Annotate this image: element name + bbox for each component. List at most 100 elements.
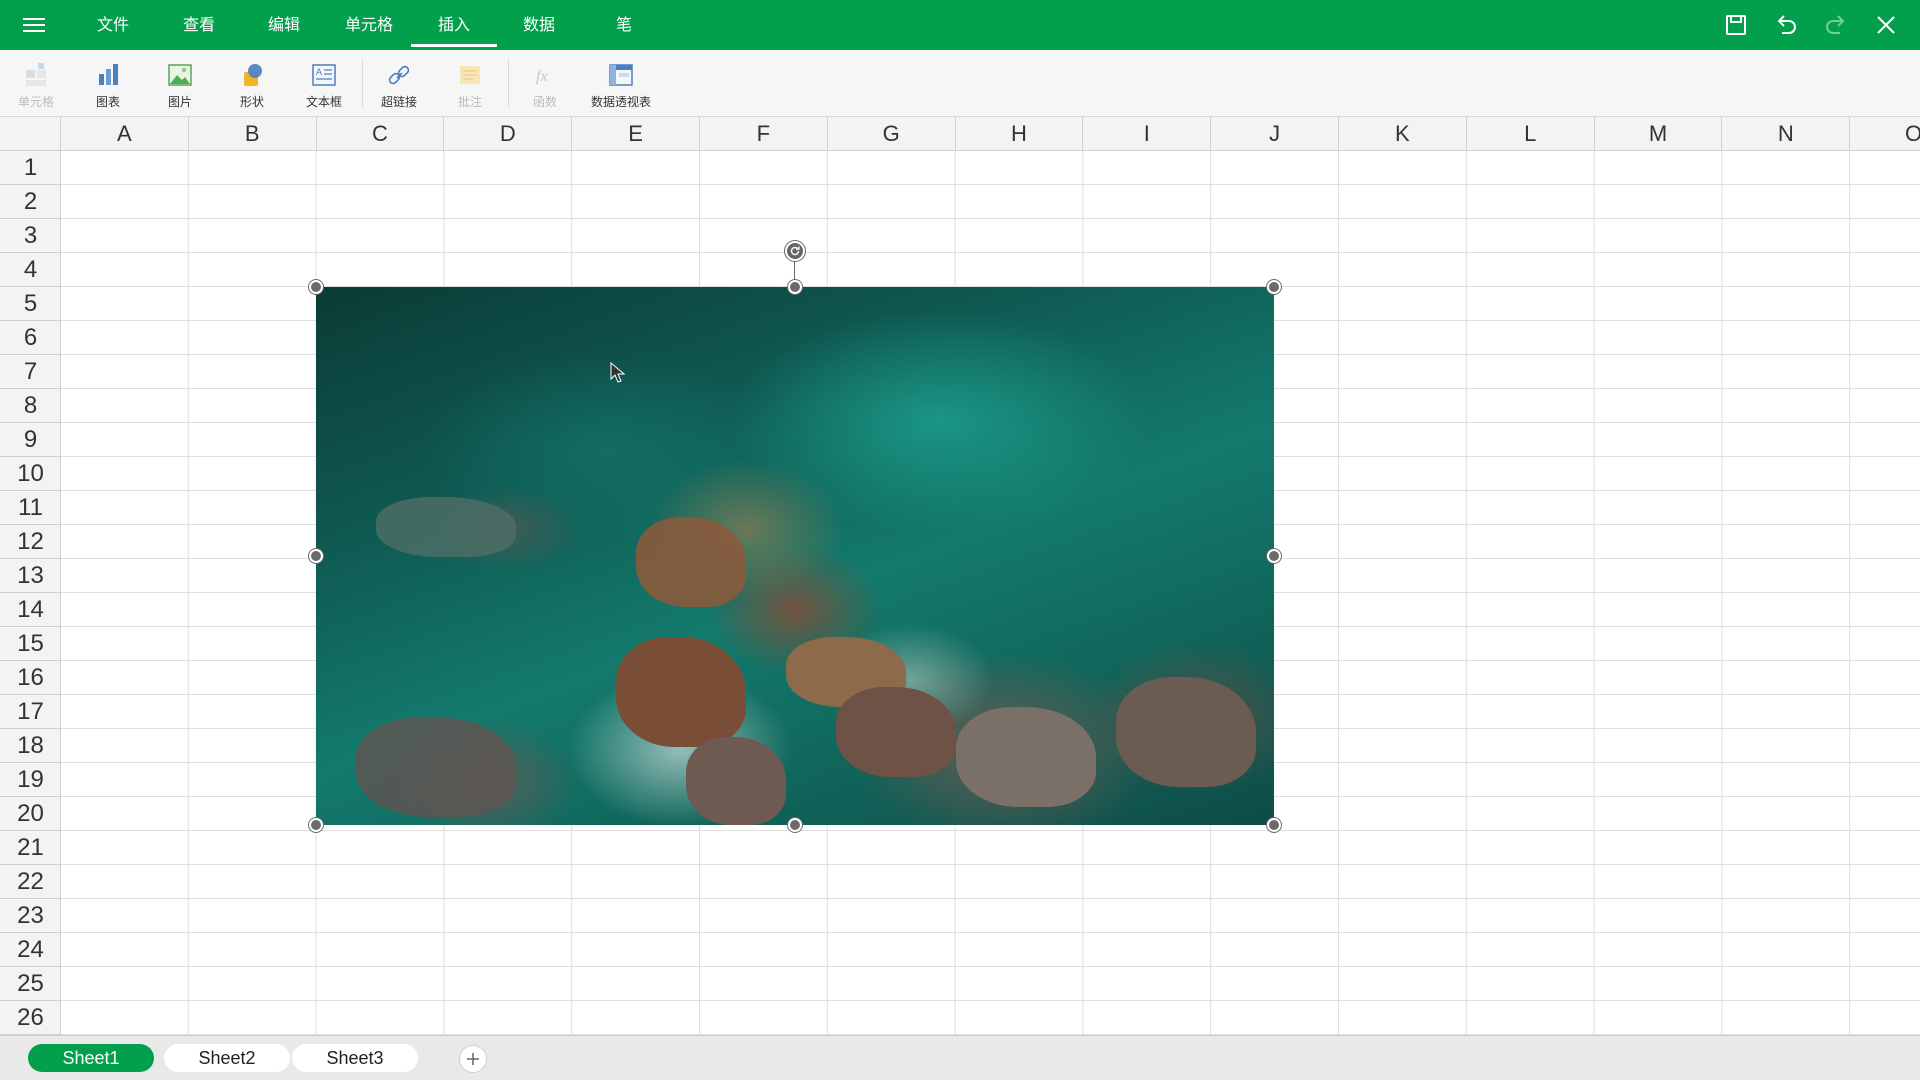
close-icon[interactable] <box>1872 11 1900 39</box>
column-header[interactable]: H <box>956 117 1084 150</box>
column-header[interactable]: M <box>1595 117 1723 150</box>
ribbon-label: 单元格 <box>17 95 54 109</box>
row-header[interactable]: 26 <box>0 1001 60 1035</box>
sheet-tab-sheet2[interactable]: Sheet2 <box>164 1044 290 1072</box>
insert-hyperlink-button[interactable]: 超链接 <box>363 50 435 117</box>
rotate-handle-icon[interactable] <box>785 241 805 261</box>
insert-textbox-button[interactable]: A 文本框 <box>288 50 360 117</box>
column-header[interactable]: B <box>189 117 317 150</box>
row-header[interactable]: 5 <box>0 287 60 321</box>
chart-icon <box>99 64 118 85</box>
ribbon-label: 文本框 <box>305 95 342 109</box>
row-header[interactable]: 25 <box>0 967 60 1001</box>
column-header[interactable]: J <box>1211 117 1339 150</box>
row-header[interactable]: 3 <box>0 219 60 253</box>
resize-handle-bottom-right[interactable] <box>1267 818 1281 832</box>
column-header[interactable]: I <box>1083 117 1212 150</box>
row-header[interactable]: 2 <box>0 185 60 219</box>
plus-icon <box>467 1053 479 1065</box>
row-header[interactable]: 13 <box>0 559 60 593</box>
row-header[interactable]: 20 <box>0 797 60 831</box>
column-header[interactable]: N <box>1722 117 1851 150</box>
sheet-tab-bar: Sheet1 Sheet2 Sheet3 <box>0 1035 1920 1080</box>
resize-handle-left[interactable] <box>309 549 323 563</box>
picture-detail <box>1116 677 1256 787</box>
picture-icon <box>168 64 192 86</box>
insert-function-button[interactable]: fx 函数 <box>509 50 581 117</box>
tab-view[interactable]: 查看 <box>156 0 242 50</box>
picture-detail <box>956 707 1096 807</box>
column-header[interactable]: O <box>1850 117 1920 150</box>
inserted-picture[interactable] <box>316 287 1274 825</box>
column-header[interactable]: G <box>828 117 956 150</box>
row-header[interactable]: 4 <box>0 253 60 287</box>
tab-edit[interactable]: 编辑 <box>241 0 327 50</box>
tab-cell[interactable]: 单元格 <box>326 0 412 50</box>
save-icon[interactable] <box>1722 11 1750 39</box>
picture-detail <box>836 687 956 777</box>
column-header[interactable]: A <box>61 117 189 150</box>
insert-comment-button[interactable]: 批注 <box>434 50 506 117</box>
insert-pivot-table-button[interactable]: 数据透视表 <box>581 50 661 117</box>
svg-text:fx: fx <box>536 68 548 85</box>
row-header[interactable]: 22 <box>0 865 60 899</box>
column-headers: ABCDEFGHIJKLMNO <box>61 117 1920 151</box>
column-header[interactable]: D <box>444 117 573 150</box>
sheet-tab-sheet3[interactable]: Sheet3 <box>292 1044 418 1072</box>
insert-chart-button[interactable]: 图表 <box>72 50 144 117</box>
tab-insert[interactable]: 插入 <box>411 0 497 50</box>
select-all-corner[interactable] <box>0 117 61 151</box>
row-header[interactable]: 11 <box>0 491 60 525</box>
row-header[interactable]: 17 <box>0 695 60 729</box>
row-header[interactable]: 21 <box>0 831 60 865</box>
resize-handle-bottom-left[interactable] <box>309 818 323 832</box>
ribbon-label: 超链接 <box>380 95 417 109</box>
resize-handle-top-right[interactable] <box>1267 280 1281 294</box>
resize-handle-top-left[interactable] <box>309 280 323 294</box>
hamburger-menu-icon[interactable] <box>18 12 52 38</box>
ribbon-label: 图表 <box>95 95 120 109</box>
tab-pen[interactable]: 笔 <box>581 0 667 50</box>
row-header[interactable]: 9 <box>0 423 60 457</box>
sheet-tab-sheet1[interactable]: Sheet1 <box>28 1044 154 1072</box>
resize-handle-right[interactable] <box>1267 549 1281 563</box>
column-header[interactable]: L <box>1467 117 1595 150</box>
picture-detail <box>376 497 516 557</box>
row-header[interactable]: 16 <box>0 661 60 695</box>
column-header[interactable]: C <box>317 117 445 150</box>
row-header[interactable]: 10 <box>0 457 60 491</box>
insert-shape-button[interactable]: 形状 <box>216 50 288 117</box>
tab-file[interactable]: 文件 <box>70 0 156 50</box>
row-header[interactable]: 18 <box>0 729 60 763</box>
row-header[interactable]: 8 <box>0 389 60 423</box>
insert-picture-button[interactable]: 图片 <box>144 50 216 117</box>
column-header[interactable]: F <box>700 117 828 150</box>
resize-handle-top[interactable] <box>788 280 802 294</box>
redo-icon[interactable] <box>1822 11 1850 39</box>
mouse-pointer-icon <box>610 362 626 383</box>
svg-text:A: A <box>316 67 322 77</box>
row-header[interactable]: 14 <box>0 593 60 627</box>
row-header[interactable]: 19 <box>0 763 60 797</box>
row-header[interactable]: 15 <box>0 627 60 661</box>
undo-icon[interactable] <box>1772 11 1800 39</box>
column-header[interactable]: E <box>572 117 700 150</box>
top-menu-bar: 文件 查看 编辑 单元格 插入 数据 笔 <box>0 0 1920 50</box>
add-sheet-button[interactable] <box>459 1045 487 1073</box>
row-header[interactable]: 24 <box>0 933 60 967</box>
hyperlink-icon <box>388 65 410 85</box>
tab-data[interactable]: 数据 <box>496 0 582 50</box>
insert-cell-button[interactable]: 单元格 <box>0 50 72 117</box>
column-header[interactable]: K <box>1339 117 1467 150</box>
row-header[interactable]: 7 <box>0 355 60 389</box>
row-header[interactable]: 12 <box>0 525 60 559</box>
resize-handle-bottom[interactable] <box>788 818 802 832</box>
textbox-icon: A <box>312 64 336 86</box>
row-header[interactable]: 23 <box>0 899 60 933</box>
row-header[interactable]: 1 <box>0 151 60 185</box>
insert-ribbon: 单元格 图表 图片 形状 A 文本框 超链接 批注 fx 函数 数据透视表 <box>0 50 1920 117</box>
row-header[interactable]: 6 <box>0 321 60 355</box>
pivot-table-icon <box>609 64 633 86</box>
picture-detail <box>636 517 746 607</box>
ribbon-label: 数据透视表 <box>590 95 651 109</box>
